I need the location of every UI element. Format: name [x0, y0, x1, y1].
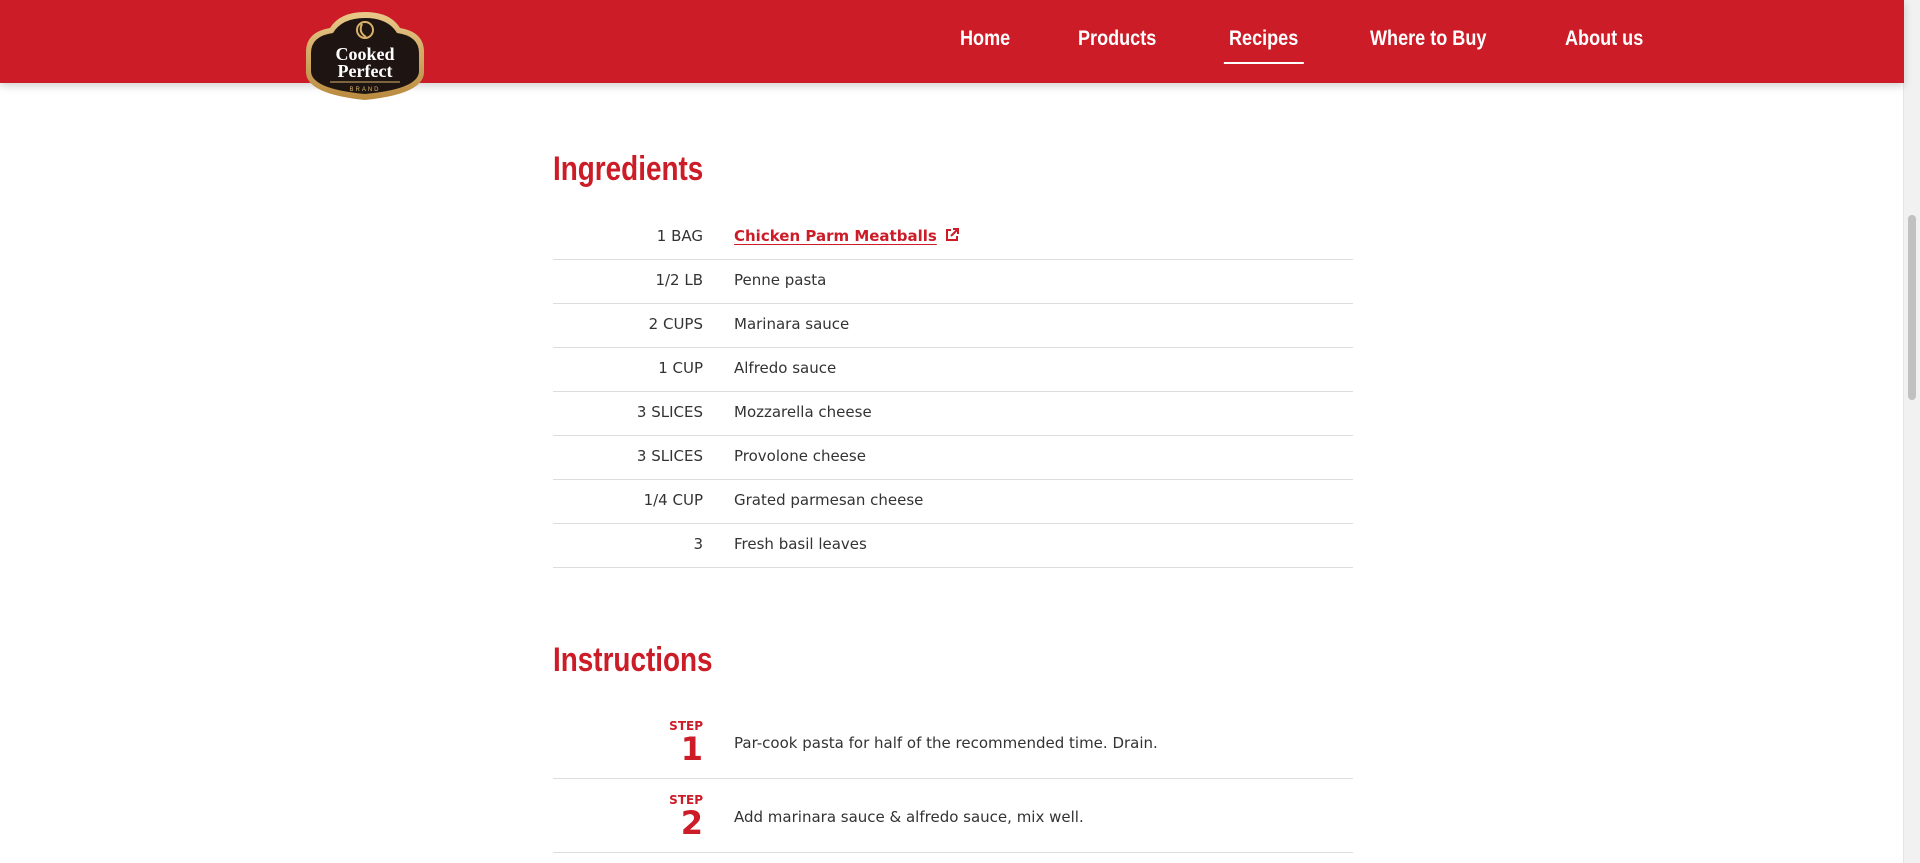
ingredient-name: Marinara sauce	[734, 315, 850, 333]
nav-products[interactable]: Products	[1078, 0, 1156, 83]
ingredient-quantity: 1/4 CUP	[643, 491, 703, 509]
ingredient-quantity: 3	[693, 535, 703, 553]
site-header: Home Products Recipes Where to Buy About…	[0, 0, 1904, 83]
ingredient-quantity: 1 CUP	[658, 359, 703, 377]
external-link-icon[interactable]	[944, 227, 960, 247]
svg-text:Perfect: Perfect	[338, 61, 393, 81]
ingredient-quantity: 1 BAG	[656, 227, 703, 245]
ingredient-quantity: 2 CUPS	[648, 315, 703, 333]
ingredient-row: 1 BAG Chicken Parm Meatballs	[553, 216, 1353, 260]
step-text: Add marinara sauce & alfredo sauce, mix …	[734, 808, 1084, 826]
ingredient-row: 1 CUP Alfredo sauce	[553, 348, 1353, 392]
step-number-block: STEP 2	[553, 793, 703, 839]
step-number: 2	[680, 804, 703, 842]
ingredient-name: Alfredo sauce	[734, 359, 837, 377]
ingredient-row: 3 SLICES Provolone cheese	[553, 436, 1353, 480]
svg-text:BRAND: BRAND	[349, 87, 380, 93]
step-row: STEP 1 Par-cook pasta for half of the re…	[553, 705, 1353, 779]
ingredient-name: Mozzarella cheese	[734, 403, 872, 421]
ingredients-heading: Ingredients	[553, 150, 704, 188]
step-text: Par-cook pasta for half of the recommend…	[734, 734, 1158, 752]
ingredient-name: Provolone cheese	[734, 447, 866, 465]
nav-where-to-buy[interactable]: Where to Buy	[1370, 0, 1486, 83]
step-row: STEP 2 Add marinara sauce & alfredo sauc…	[553, 779, 1353, 853]
nav-recipes[interactable]: Recipes	[1224, 0, 1304, 83]
brand-logo[interactable]: Cooked Perfect BRAND	[300, 10, 430, 102]
instructions-list: STEP 1 Par-cook pasta for half of the re…	[553, 705, 1353, 853]
main-nav: Home Products Recipes Where to Buy About…	[960, 0, 1716, 83]
ingredient-row: 1/2 LB Penne pasta	[553, 260, 1353, 304]
page-scrollbar[interactable]	[1903, 0, 1920, 863]
ingredients-list: 1 BAG Chicken Parm Meatballs 1/2 LB Penn…	[553, 216, 1353, 568]
scrollbar-thumb[interactable]	[1908, 215, 1916, 400]
nav-about-us[interactable]: About us	[1565, 0, 1643, 83]
step-number: 1	[680, 730, 703, 768]
ingredient-name: Chicken Parm Meatballs	[734, 227, 960, 247]
instructions-heading: Instructions	[553, 641, 713, 679]
ingredient-name: Grated parmesan cheese	[734, 491, 924, 509]
ingredient-product-link[interactable]: Chicken Parm Meatballs	[734, 227, 937, 245]
ingredient-name: Fresh basil leaves	[734, 535, 867, 553]
ingredient-row: 1/4 CUP Grated parmesan cheese	[553, 480, 1353, 524]
step-number-block: STEP 1	[553, 719, 703, 765]
ingredient-row: 3 Fresh basil leaves	[553, 524, 1353, 568]
ingredient-quantity: 3 SLICES	[636, 403, 703, 421]
ingredient-quantity: 1/2 LB	[655, 271, 703, 289]
nav-home[interactable]: Home	[960, 0, 1010, 83]
ingredient-quantity: 3 SLICES	[636, 447, 703, 465]
ingredient-row: 2 CUPS Marinara sauce	[553, 304, 1353, 348]
ingredient-row: 3 SLICES Mozzarella cheese	[553, 392, 1353, 436]
logo-badge-icon: Cooked Perfect BRAND	[306, 12, 424, 100]
ingredient-name: Penne pasta	[734, 271, 827, 289]
